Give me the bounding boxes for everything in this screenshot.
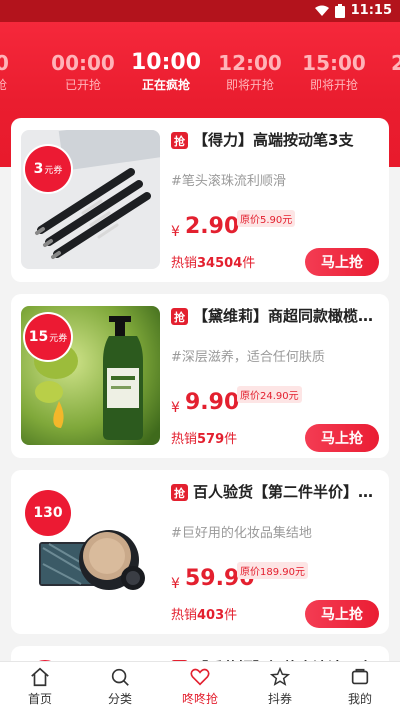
grab-button[interactable]: 马上抢 bbox=[305, 424, 379, 452]
original-price: 原价189.90元 bbox=[237, 562, 308, 579]
product-title[interactable]: 百人验货【第二件半价】PT气垫 bbox=[193, 481, 383, 502]
home-icon bbox=[31, 667, 49, 687]
time-slot-strip[interactable]: 00 开抢 00:00 已开抢 10:00 正在疯抢 12:00 即将开抢 15… bbox=[0, 50, 400, 120]
heart-icon bbox=[190, 668, 210, 686]
slot-time: 00 bbox=[0, 51, 9, 75]
product-desc: #笔头滚珠流利顺滑 bbox=[171, 174, 286, 189]
tab-label: 咚咚抢 bbox=[181, 692, 218, 706]
slot-status: 已开抢 bbox=[64, 78, 101, 92]
time-slot-active[interactable]: 10:00 正在疯抢 bbox=[126, 50, 206, 94]
slot-status: 即将开抢 bbox=[225, 78, 274, 92]
star-icon bbox=[269, 666, 291, 686]
tab-label: 首页 bbox=[27, 692, 52, 706]
coupon-unit: 元券 bbox=[44, 165, 63, 176]
slot-status: 正在疯抢 bbox=[141, 78, 190, 92]
battery-icon bbox=[334, 3, 345, 18]
product-title[interactable]: 【黛维莉】商超同款橄榄沐浴露 bbox=[193, 305, 383, 326]
currency-symbol: ¥ bbox=[171, 576, 180, 592]
status-time: 11:15 bbox=[350, 3, 392, 18]
search-icon bbox=[111, 668, 129, 686]
sold-count: 热销34504件 bbox=[171, 252, 255, 271]
time-slot[interactable]: 00 开抢 bbox=[0, 50, 35, 94]
tab-label: 我的 bbox=[347, 692, 372, 706]
product-desc: #深层滋养，适合任何肤质 bbox=[171, 350, 325, 365]
tab-flash-sale[interactable]: 咚咚抢 bbox=[160, 662, 240, 711]
slot-status: 开抢 bbox=[0, 78, 7, 92]
sold-number: 34504 bbox=[197, 256, 243, 271]
sold-suffix: 件 bbox=[224, 608, 238, 623]
sold-suffix: 件 bbox=[242, 256, 256, 271]
sold-prefix: 热销 bbox=[171, 608, 198, 623]
tab-profile[interactable]: 我的 bbox=[320, 662, 400, 711]
flash-tag: 抢 bbox=[171, 484, 188, 501]
time-slot[interactable]: 00:00 已开抢 bbox=[43, 50, 123, 94]
coupon-unit: 元券 bbox=[49, 333, 68, 344]
sold-number: 403 bbox=[197, 608, 225, 623]
tab-douquan[interactable]: 抖券 bbox=[240, 662, 320, 711]
coupon-badge: 3 元券 bbox=[25, 146, 71, 192]
slot-time: 10:00 bbox=[130, 50, 202, 75]
slot-time: 12:00 bbox=[218, 51, 282, 75]
profile-icon bbox=[351, 668, 369, 685]
tab-home[interactable]: 首页 bbox=[0, 662, 80, 711]
slot-status: 即将开抢 bbox=[309, 78, 358, 92]
product-card[interactable]: 130 抢 百人验货【第二件半价】PT气垫 #巨好用的化妆品集结地 ¥ 59.9… bbox=[11, 470, 389, 634]
sold-prefix: 热销 bbox=[171, 432, 198, 447]
original-price: 原价24.90元 bbox=[237, 386, 302, 403]
flash-tag: 抢 bbox=[171, 132, 188, 149]
wifi-icon bbox=[314, 5, 329, 16]
slot-time: 00:00 bbox=[51, 51, 115, 75]
tab-category[interactable]: 分类 bbox=[80, 662, 160, 711]
coupon-amount: 15 bbox=[28, 329, 49, 345]
status-bar: 11:15 bbox=[0, 0, 400, 22]
product-image-cushion[interactable]: 130 bbox=[21, 482, 160, 621]
flash-tag: 抢 bbox=[171, 308, 188, 325]
bottom-tab-bar: 首页 分类 咚咚抢 抖券 我的 bbox=[0, 661, 400, 711]
grab-button[interactable]: 马上抢 bbox=[305, 248, 379, 276]
tab-label: 分类 bbox=[107, 692, 132, 706]
sold-count: 热销579件 bbox=[171, 428, 237, 447]
product-price: 9.90 bbox=[185, 390, 240, 415]
product-image-body-wash[interactable]: 15 元券 bbox=[21, 306, 160, 445]
slot-time: 2 bbox=[391, 51, 400, 75]
product-title[interactable]: 【得力】高端按动笔3支 bbox=[193, 129, 383, 150]
product-desc: #巨好用的化妆品集结地 bbox=[171, 526, 312, 541]
coupon-amount: 3 bbox=[33, 161, 44, 177]
sold-number: 579 bbox=[197, 432, 225, 447]
product-card[interactable]: 15 元券 抢 【黛维莉】商超同款橄榄沐浴露 #深层滋养，适合任何肤质 ¥ 9.9… bbox=[11, 294, 389, 458]
coupon-badge: 15 元券 bbox=[25, 314, 71, 360]
currency-symbol: ¥ bbox=[171, 224, 180, 240]
tab-label: 抖券 bbox=[267, 692, 292, 706]
time-slot[interactable]: 12:00 即将开抢 bbox=[210, 50, 290, 94]
product-image-pens[interactable]: 3 元券 bbox=[21, 130, 160, 269]
sold-suffix: 件 bbox=[224, 432, 238, 447]
original-price: 原价5.90元 bbox=[237, 210, 296, 227]
currency-symbol: ¥ bbox=[171, 400, 180, 416]
coupon-badge: 130 bbox=[25, 490, 71, 536]
sold-count: 热销403件 bbox=[171, 604, 237, 623]
grab-button[interactable]: 马上抢 bbox=[305, 600, 379, 628]
sold-prefix: 热销 bbox=[171, 256, 198, 271]
time-slot[interactable]: 2 bbox=[358, 50, 400, 76]
product-price: 2.90 bbox=[185, 214, 240, 239]
product-card[interactable]: 3 元券 抢 【得力】高端按动笔3支 #笔头滚珠流利顺滑 ¥ 2.90 原价5.9… bbox=[11, 118, 389, 282]
coupon-amount: 130 bbox=[33, 505, 63, 521]
